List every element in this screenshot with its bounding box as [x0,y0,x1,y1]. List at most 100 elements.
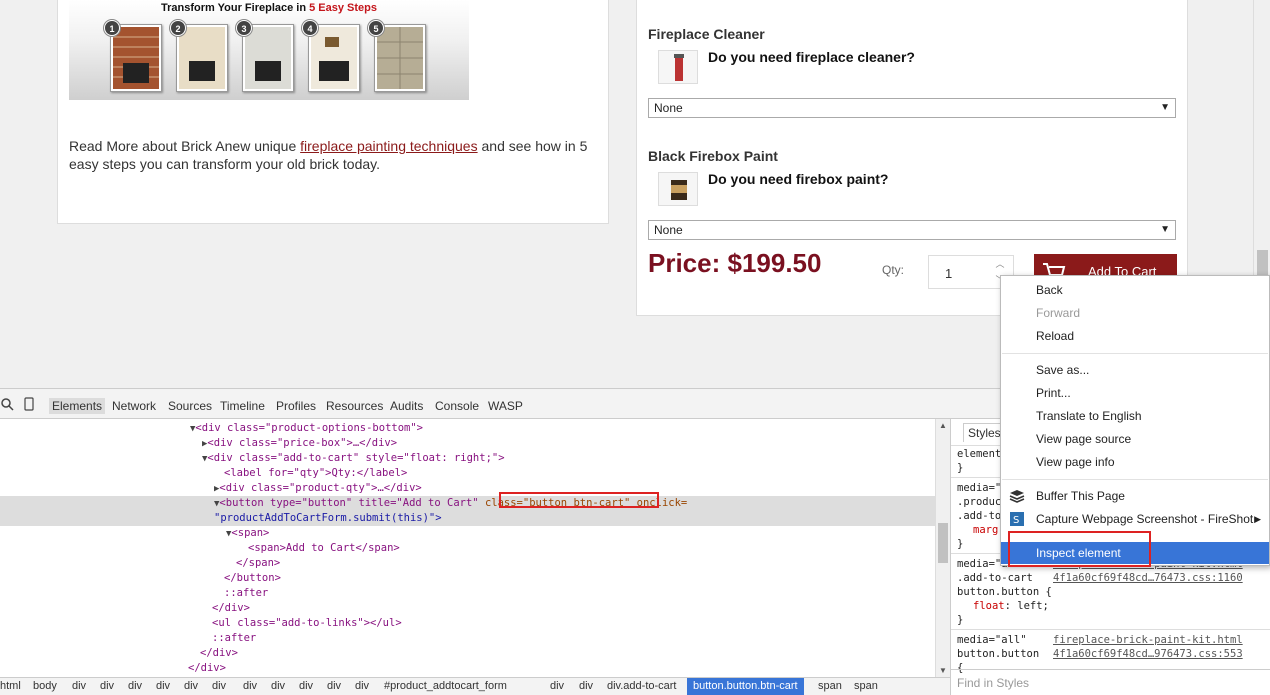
tab-resources[interactable]: Resources [326,399,383,413]
breadcrumb-item[interactable]: div [579,680,593,692]
tab-elements[interactable]: Elements [49,398,106,414]
breadcrumb-item[interactable]: div [550,680,564,692]
breadcrumb-item[interactable]: div [156,680,170,692]
device-mode-icon[interactable] [22,397,36,411]
rule-selector: button.button { [957,586,1052,598]
scroll-up-icon[interactable]: ▲ [939,421,947,430]
fireshot-icon: S [1010,512,1024,526]
dom-node[interactable]: </div> [200,646,238,661]
fireplace-painting-link[interactable]: fireplace painting techniques [300,138,477,154]
menu-item-save-as[interactable]: Save as... [1001,359,1269,381]
context-menu: Back Forward Reload Save as... Print... … [1000,275,1270,567]
breadcrumb-item[interactable]: div [128,680,142,692]
menu-item-reload[interactable]: Reload [1001,325,1269,347]
rule-close: } [957,614,964,626]
step-image-5: 5 [368,20,426,92]
breadcrumb-item-active[interactable]: button.button.btn-cart [687,678,804,695]
breadcrumb-item[interactable]: #product_addtocart_form [384,680,507,692]
breadcrumb-item[interactable]: span [854,680,878,692]
step-number: 3 [236,20,252,36]
stylesheet-link[interactable]: 4f1a60cf69f48cd…976473.css:553 [1053,647,1243,661]
find-in-styles-input[interactable]: Find in Styles [951,669,1270,695]
qty-increment-icon[interactable]: ︿ [993,258,1007,270]
search-icon[interactable] [0,397,14,411]
dom-node[interactable]: </div> [212,601,250,616]
dom-node[interactable]: ▼<div class="product-options-bottom"> [190,421,423,436]
tab-wasp[interactable]: WASP [488,399,523,413]
breadcrumb-item[interactable]: span [818,680,842,692]
pseudo-element[interactable]: ::after [224,586,268,601]
dom-node[interactable]: </div> [188,661,226,676]
tab-profiles[interactable]: Profiles [276,399,316,413]
breadcrumb-item[interactable]: div.add-to-cart [607,680,677,692]
menu-item-print[interactable]: Print... [1001,382,1269,404]
tab-sources[interactable]: Sources [168,399,212,413]
breadcrumb-item[interactable]: div [271,680,285,692]
dom-node[interactable]: </span> [236,556,280,571]
firebox-select[interactable]: None ▼ [648,220,1176,240]
step-image-1: 1 [104,20,162,92]
tab-timeline[interactable]: Timeline [220,399,265,413]
qty-label: Qty: [882,263,905,277]
stylesheet-link[interactable]: fireplace-brick-paint-kit.html [1053,633,1243,647]
breadcrumb: html body div div div div div div div di… [0,677,950,695]
dom-node[interactable]: ▶<div class="product-qty">…</div> [214,481,422,496]
elements-scrollbar[interactable]: ▲ ▼ [935,419,950,677]
step-image-2: 2 [170,20,228,92]
menu-item-buffer[interactable]: Buffer This Page [1001,485,1269,507]
menu-item-fireshot[interactable]: S Capture Webpage Screenshot - FireShot ▶ [1001,508,1269,530]
dom-node[interactable]: ▶<div class="price-box">…</div> [202,436,397,451]
cleaner-thumbnail [658,50,698,84]
breadcrumb-item[interactable]: html [0,680,21,692]
menu-item-view-source[interactable]: View page source [1001,428,1269,450]
scrollbar-thumb[interactable] [938,523,948,563]
menu-item-forward: Forward [1036,306,1081,320]
breadcrumb-item[interactable]: div [355,680,369,692]
annotation-box-class [499,492,659,508]
step-number: 2 [170,20,186,36]
pseudo-element[interactable]: ::after [212,631,256,646]
dom-node[interactable]: <span>Add to Cart</span> [248,541,400,556]
breadcrumb-item[interactable]: div [184,680,198,692]
breadcrumb-item[interactable]: div [243,680,257,692]
tab-console[interactable]: Console [435,399,479,413]
breadcrumb-item[interactable]: div [299,680,313,692]
media-label: media="all" [957,634,1027,646]
rule-selector: .produc [957,496,1002,508]
menu-item-translate[interactable]: Translate to English [1001,405,1269,427]
cleaner-select[interactable]: None ▼ [648,98,1176,118]
option-title-cleaner: Fireplace Cleaner [648,26,765,42]
rule-close: } [957,462,964,474]
breadcrumb-item[interactable]: div [100,680,114,692]
dropdown-arrow-icon: ▼ [1160,224,1170,235]
menu-item-back[interactable]: Back [1001,279,1269,301]
stylesheet-link[interactable]: 4f1a60cf69f48cd…76473.css:1160 [1053,571,1243,585]
dom-node[interactable]: <label for="qty">Qty:</label> [224,466,407,481]
elements-tree[interactable]: ▼<div class="product-options-bottom"> ▶<… [0,419,950,677]
dom-node[interactable]: ▼<span> [226,526,269,541]
step-image-3: 3 [236,20,294,92]
qty-value: 1 [945,266,953,281]
dom-node-selected-cont[interactable]: "productAddToCartForm.submit(this)"> [214,511,442,526]
breadcrumb-item[interactable]: div [212,680,226,692]
tab-audits[interactable]: Audits [390,399,423,413]
breadcrumb-item[interactable]: div [72,680,86,692]
breadcrumb-item[interactable]: div [327,680,341,692]
info-panel: Transform Your Fireplace in 5 Easy Steps… [57,0,609,224]
firebox-paint-thumbnail [658,172,698,206]
tab-network[interactable]: Network [112,399,156,413]
rule-selector: .add-to [957,510,1002,522]
dom-node[interactable]: ▼<div class="add-to-cart" style="float: … [202,451,505,466]
dom-node[interactable]: </button> [224,571,281,586]
breadcrumb-item[interactable]: body [33,680,57,692]
scroll-down-icon[interactable]: ▼ [939,666,947,675]
option-question-cleaner: Do you need fireplace cleaner? [708,49,915,65]
step-number: 4 [302,20,318,36]
step-image-4: 4 [302,20,360,92]
dom-node[interactable]: <ul class="add-to-links"></ul> [212,616,402,631]
step-number: 5 [368,20,384,36]
rule-selector: button.button [957,648,1040,660]
style-declaration[interactable]: float: left; [973,599,1049,613]
style-property[interactable]: marg [973,523,998,537]
menu-item-view-info[interactable]: View page info [1001,451,1269,473]
